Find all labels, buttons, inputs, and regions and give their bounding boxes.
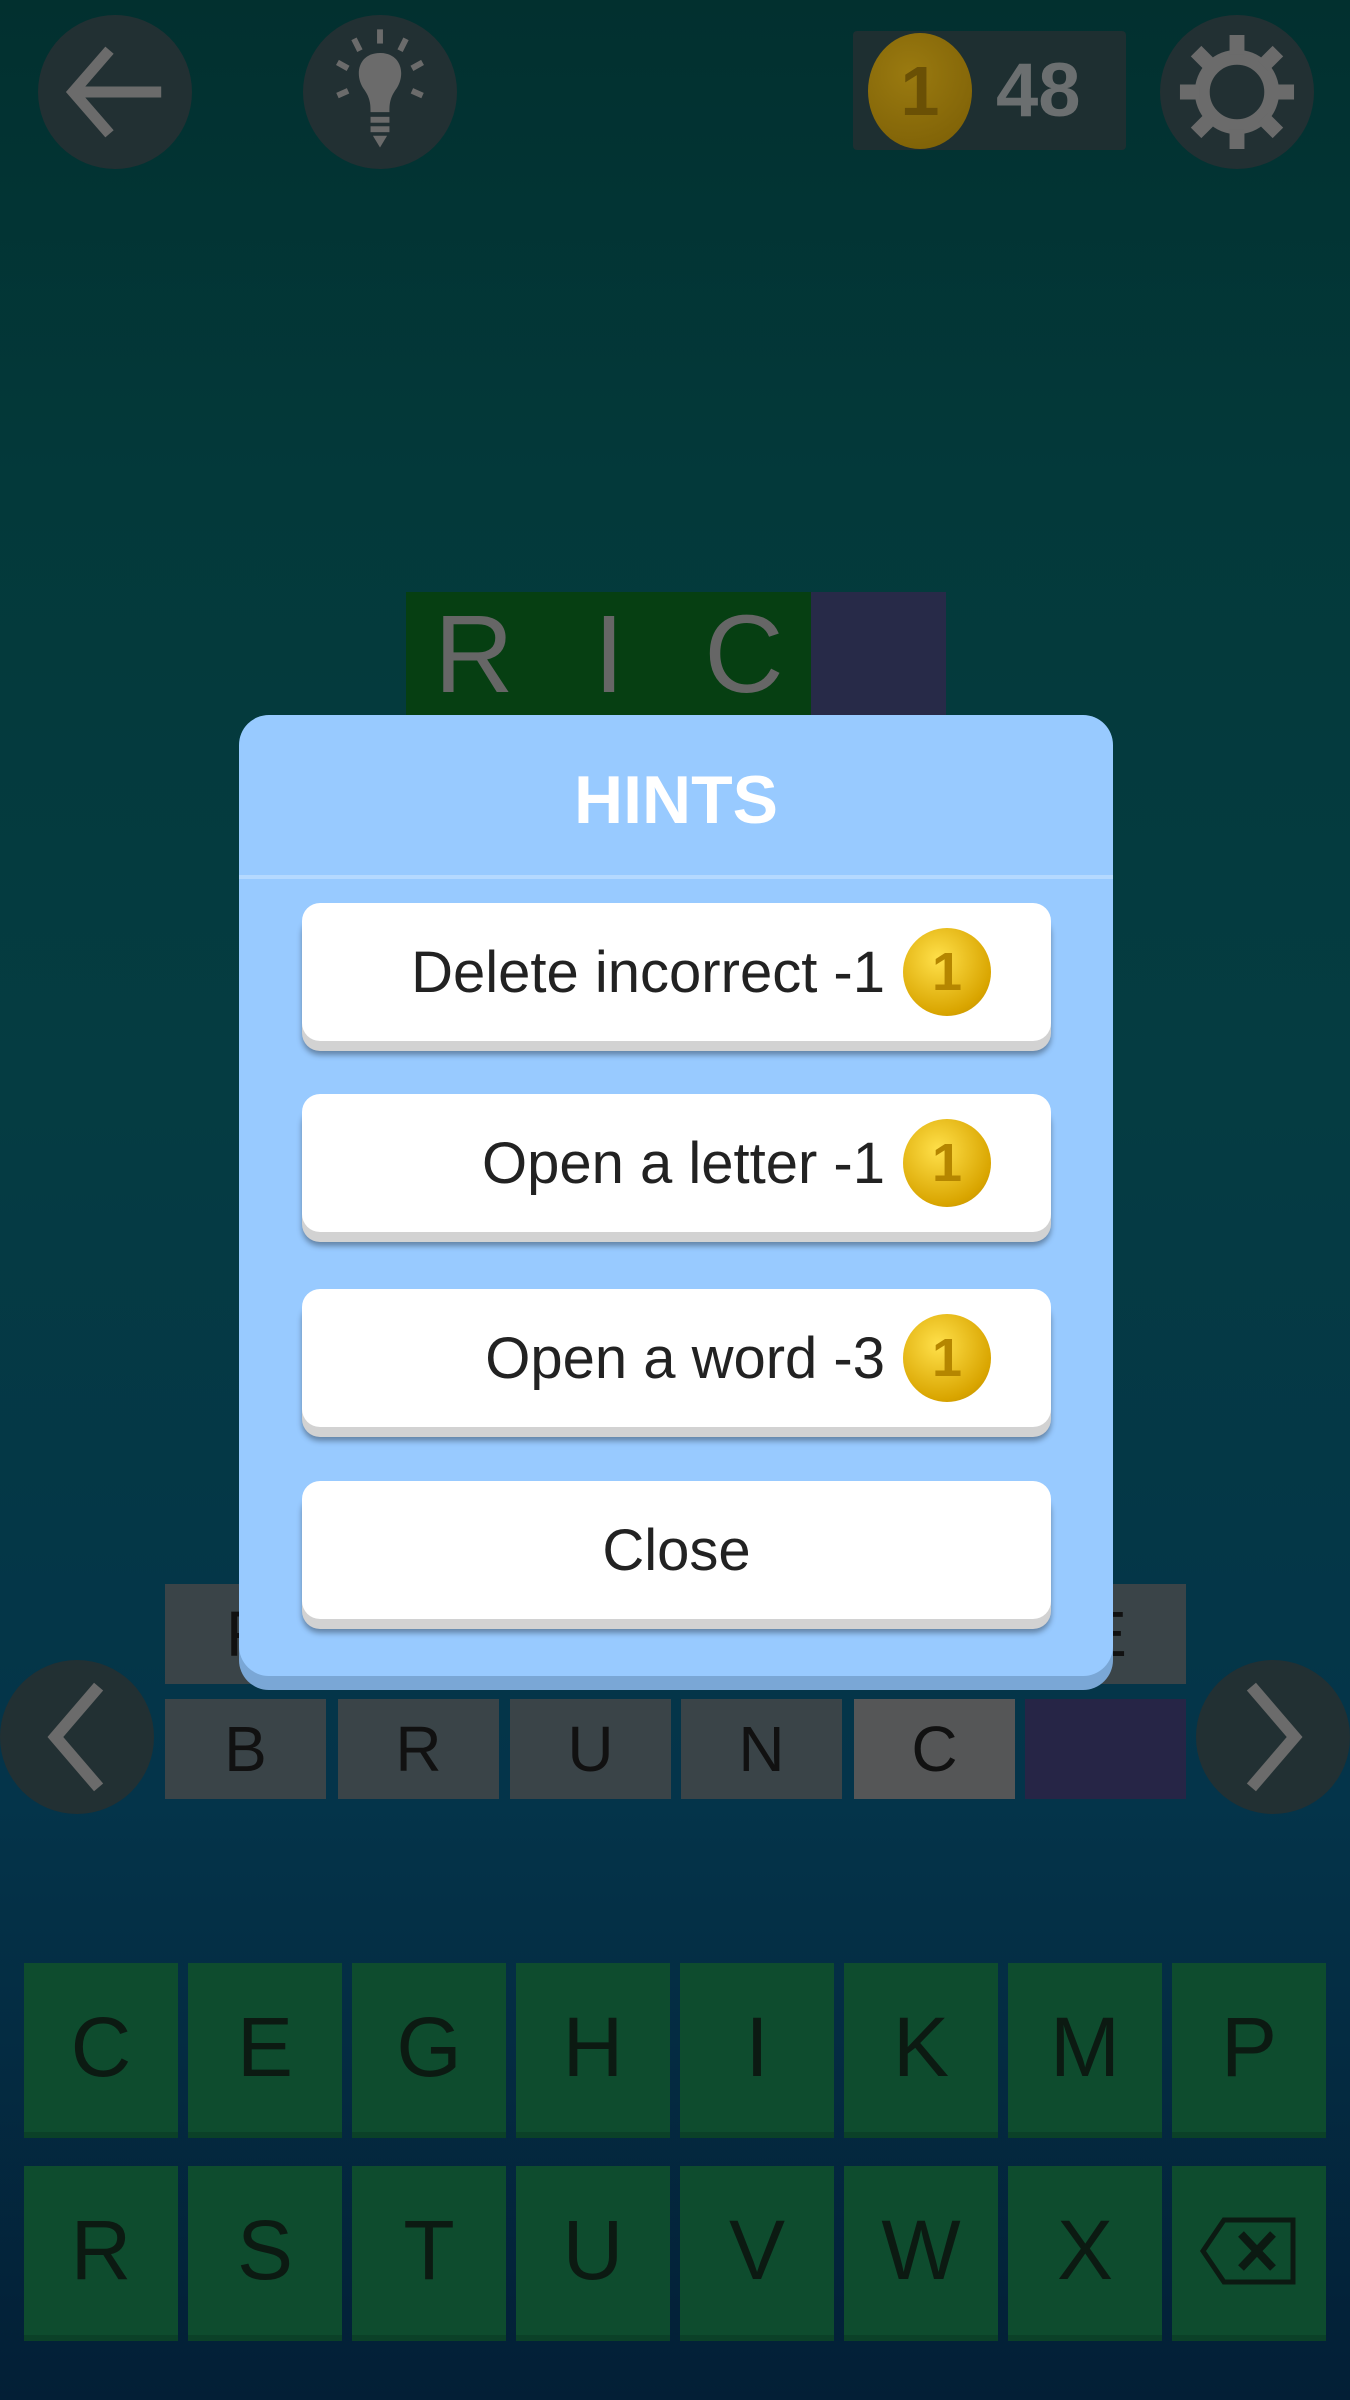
letter-key[interactable]: R (24, 2166, 178, 2341)
settings-button[interactable] (1160, 15, 1314, 169)
word-tile[interactable]: R (406, 592, 542, 717)
letter-key[interactable]: V (680, 2166, 834, 2341)
letter-key[interactable]: E (188, 1963, 342, 2138)
button-label: Open a word -3 (485, 1325, 885, 1391)
coin-icon: 1 (868, 32, 972, 149)
coin-icon: 1 (903, 1119, 991, 1207)
hints-dialog: HINTS Delete incorrect -1 1 Open a letter… (239, 715, 1113, 1676)
letter-key[interactable]: G (352, 1963, 506, 2138)
letter-key[interactable]: I (680, 1963, 834, 2138)
answer-tile-empty[interactable] (1025, 1699, 1186, 1799)
letter-key[interactable]: M (1008, 1963, 1162, 2138)
letter-key[interactable]: X (1008, 2166, 1162, 2341)
word-tile[interactable]: C (676, 592, 812, 717)
backspace-icon (1199, 2217, 1296, 2284)
answer-tile[interactable]: C (854, 1699, 1015, 1799)
answer-tile[interactable]: B (165, 1699, 326, 1799)
coin-count: 48 (996, 48, 1081, 133)
close-button[interactable]: Close (302, 1481, 1051, 1619)
letter-key[interactable]: S (188, 2166, 342, 2341)
open-letter-button[interactable]: Open a letter -1 1 (302, 1094, 1051, 1232)
letter-key[interactable]: H (516, 1963, 670, 2138)
answer-tile[interactable]: N (681, 1699, 842, 1799)
next-button[interactable] (1196, 1660, 1350, 1814)
open-word-button[interactable]: Open a word -3 1 (302, 1289, 1051, 1427)
gear-icon (1179, 34, 1295, 150)
answer-tile[interactable]: U (510, 1699, 671, 1799)
answer-tile[interactable]: R (338, 1699, 499, 1799)
letter-key[interactable]: W (844, 2166, 998, 2341)
word-tile-empty[interactable] (811, 592, 946, 717)
hint-button[interactable] (303, 15, 457, 169)
coin-icon: 1 (903, 1314, 991, 1402)
coin-icon: 1 (903, 928, 991, 1016)
letter-key[interactable]: C (24, 1963, 178, 2138)
lightbulb-icon (336, 29, 424, 148)
delete-incorrect-button[interactable]: Delete incorrect -1 1 (302, 903, 1051, 1041)
letter-key[interactable]: U (516, 2166, 670, 2341)
button-label: Open a letter -1 (482, 1130, 885, 1196)
dialog-title: HINTS (574, 762, 778, 838)
prev-button[interactable] (0, 1660, 154, 1814)
letter-key[interactable]: P (1172, 1963, 1326, 2138)
letter-key[interactable]: T (352, 2166, 506, 2341)
button-label: Delete incorrect -1 (411, 939, 885, 1005)
word-tile[interactable]: I (541, 592, 677, 717)
letter-key[interactable]: K (844, 1963, 998, 2138)
arrow-left-icon (65, 46, 162, 138)
backspace-key[interactable] (1172, 2166, 1326, 2341)
button-label: Close (602, 1517, 751, 1583)
back-button[interactable] (38, 15, 192, 169)
chevron-left-icon (47, 1682, 104, 1792)
divider (239, 875, 1113, 879)
coin-counter[interactable]: 1 48 (853, 31, 1126, 150)
chevron-right-icon (1246, 1682, 1303, 1792)
